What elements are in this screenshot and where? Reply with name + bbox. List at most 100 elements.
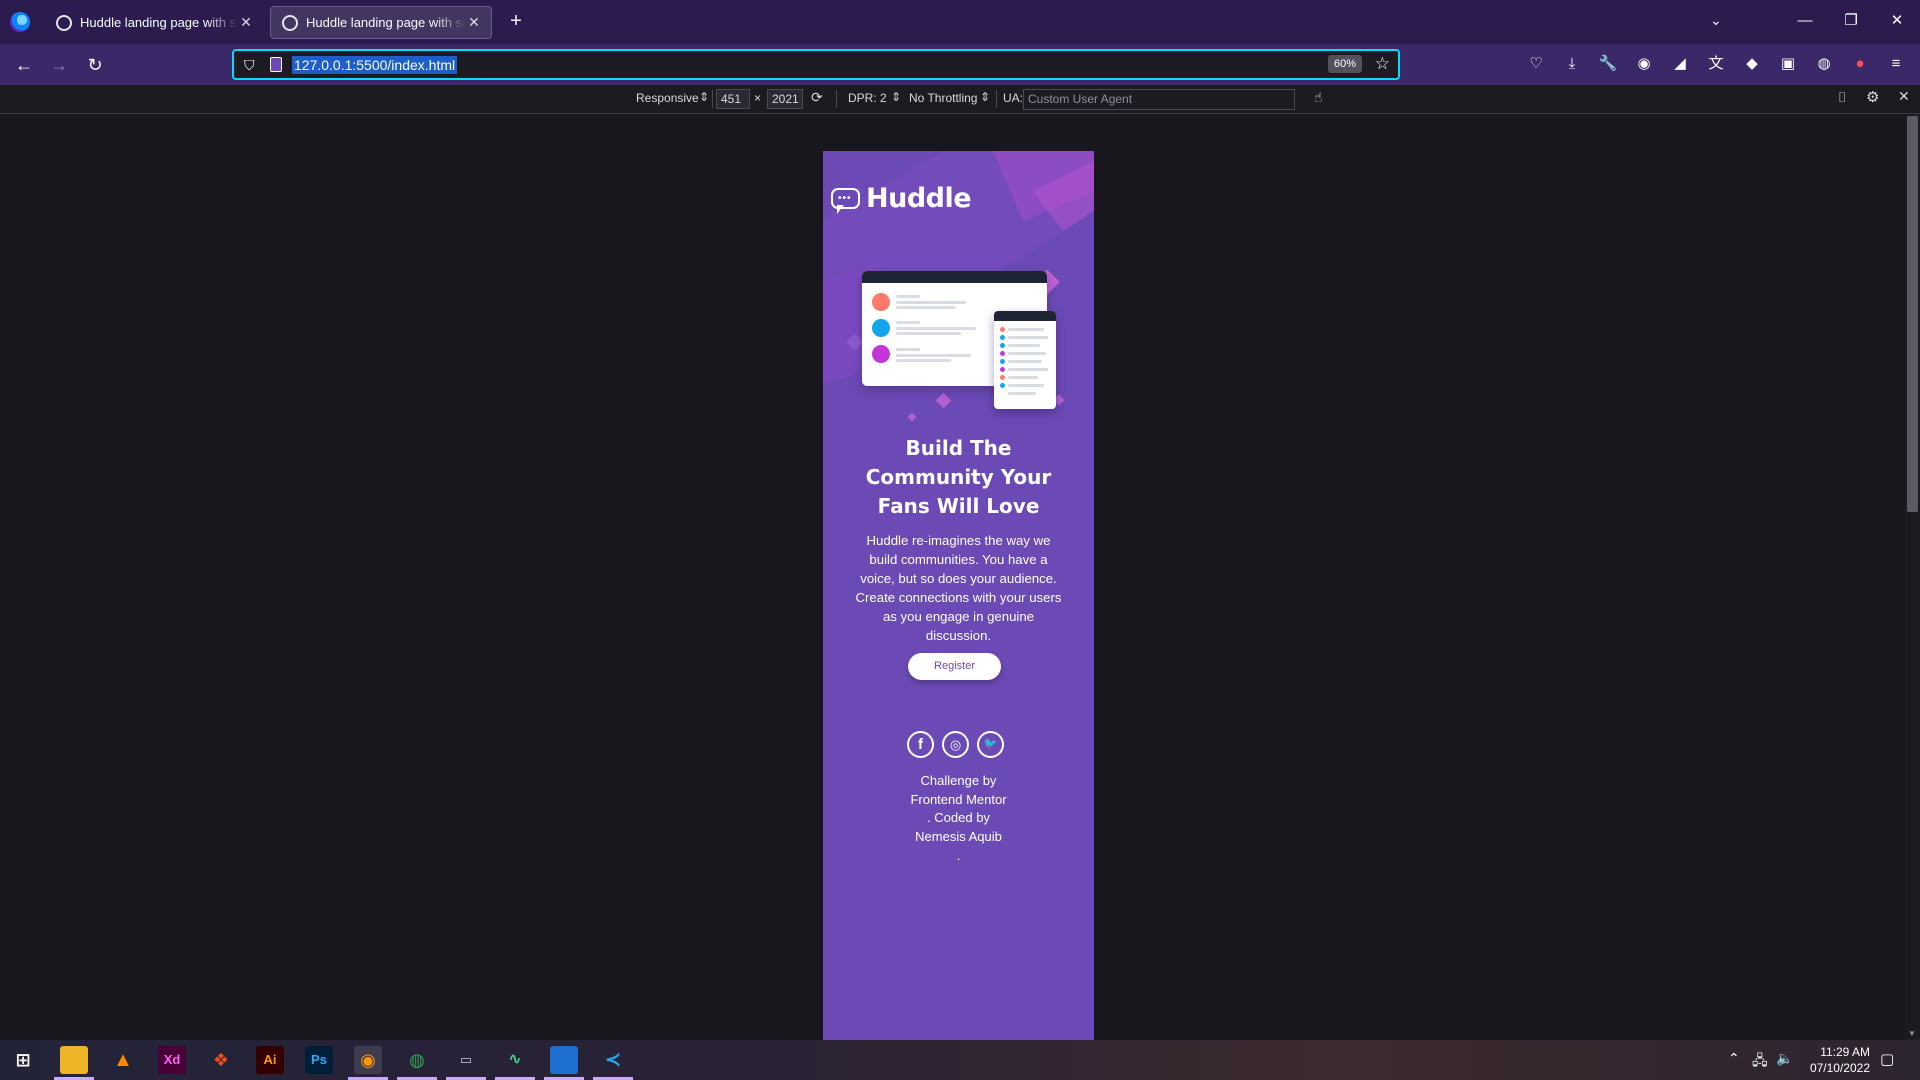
throttling-selector[interactable]: No Throttling: [909, 91, 977, 105]
activity-monitor-icon[interactable]: ∿: [495, 1046, 535, 1080]
network-icon[interactable]: 🖧: [1752, 1050, 1768, 1074]
photos-icon[interactable]: [544, 1046, 584, 1080]
status-dot: [1000, 343, 1005, 348]
zoom-level-badge[interactable]: 60%: [1327, 55, 1362, 73]
generic-app-icon[interactable]: ▭: [446, 1046, 486, 1080]
windows-taskbar: ⊞ ▲ Xd ❖ Ai Ps ◉ ◍ ▭ ∿ ≺ ⌃ 🖧 🔈 11:29 AM …: [0, 1040, 1920, 1080]
screenshot-icon[interactable]: ⌷: [1838, 89, 1846, 106]
extension-icon[interactable]: ◆: [1742, 54, 1762, 74]
author-link[interactable]: Nemesis Aquib: [823, 828, 1094, 847]
settings-gear-icon[interactable]: ⚙: [1866, 88, 1879, 106]
shield-icon[interactable]: ⛉: [244, 57, 255, 74]
scrollbar-thumb[interactable]: [1907, 116, 1918, 512]
avatar: [872, 345, 890, 363]
responsive-design-toolbar: Responsive ⇕ 451 × 2021 ⟳ DPR: 2 ⇕ No Th…: [0, 85, 1920, 114]
device-selector[interactable]: Responsive: [636, 91, 699, 105]
translate-icon[interactable]: 文: [1706, 54, 1726, 74]
minimize-icon[interactable]: —: [1790, 8, 1820, 34]
illustrator-icon[interactable]: Ai: [256, 1046, 284, 1074]
text-line: [1008, 384, 1044, 387]
close-tab-icon[interactable]: ✕: [238, 14, 254, 31]
close-window-icon[interactable]: ✕: [1882, 8, 1912, 34]
huddle-logo[interactable]: ••• Huddle: [831, 183, 972, 214]
tab-title: Huddle landing page with single introduc…: [306, 15, 466, 30]
brand-name: Huddle: [866, 183, 972, 214]
viewport-height-input[interactable]: 2021: [767, 89, 803, 109]
list-all-tabs-icon[interactable]: ⌄: [1710, 12, 1722, 29]
file-explorer-icon[interactable]: [54, 1046, 94, 1080]
bookmark-star-icon[interactable]: ☆: [1375, 54, 1390, 74]
headline-line: Community Your: [865, 465, 1052, 489]
chevron-updown-icon: ⇕: [699, 90, 710, 104]
wrench-icon[interactable]: 🔧: [1598, 54, 1618, 74]
text-line: [1008, 376, 1038, 379]
status-dot: [1000, 383, 1005, 388]
facebook-icon[interactable]: f: [907, 731, 934, 758]
clock-date: 07/10/2022: [1809, 1061, 1870, 1075]
new-tab-button[interactable]: +: [504, 10, 528, 34]
windows-start-icon[interactable]: ⊞: [9, 1046, 37, 1074]
extension-icon[interactable]: ▣: [1778, 54, 1798, 74]
back-icon[interactable]: ←: [10, 51, 38, 79]
navigation-toolbar: ← → ↻ ⛉ 127.0.0.1:5500/index.html 60% ☆ …: [0, 44, 1920, 85]
extension-icon[interactable]: ◉: [1634, 54, 1654, 74]
adobe-xd-icon[interactable]: Xd: [158, 1046, 186, 1074]
vlc-icon[interactable]: ▲: [109, 1046, 137, 1074]
vertical-scrollbar[interactable]: ▼: [1905, 114, 1920, 1040]
viewport-width-input[interactable]: 451: [716, 89, 750, 109]
text-line: [896, 327, 976, 330]
decorative-diamond: [846, 333, 864, 351]
frontend-mentor-link[interactable]: Frontend Mentor: [823, 791, 1094, 810]
globe-icon: [282, 14, 298, 31]
text-line: [1008, 328, 1044, 331]
clock-time: 11:29 AM: [1820, 1045, 1870, 1059]
text-line: [896, 332, 961, 335]
globe-icon: [56, 14, 72, 31]
text-line: [1008, 336, 1048, 339]
extension-icon[interactable]: ●: [1850, 54, 1870, 74]
firefox-view-icon[interactable]: [10, 12, 30, 32]
notifications-icon[interactable]: ▢: [1880, 1050, 1894, 1068]
close-responsive-icon[interactable]: ✕: [1898, 88, 1910, 105]
page-info-icon[interactable]: [270, 57, 282, 72]
attribution-line: .: [956, 847, 961, 863]
chevron-updown-icon: ⇕: [980, 90, 991, 104]
close-tab-icon[interactable]: ✕: [466, 14, 482, 31]
chrome-icon[interactable]: ◍: [397, 1046, 437, 1080]
register-button[interactable]: Register: [908, 653, 1001, 680]
restore-icon[interactable]: ❐: [1836, 8, 1866, 34]
tab-huddle-2[interactable]: Huddle landing page with single introduc…: [270, 6, 492, 39]
photoshop-icon[interactable]: Ps: [305, 1046, 333, 1074]
tab-title: Huddle landing page with single introduc…: [80, 15, 238, 30]
reload-icon[interactable]: ↻: [81, 51, 109, 79]
rotate-viewport-icon[interactable]: ⟳: [811, 89, 823, 106]
dpr-selector[interactable]: DPR: 2: [848, 91, 887, 105]
forward-icon[interactable]: →: [45, 51, 73, 79]
system-clock[interactable]: 11:29 AM 07/10/2022: [1790, 1044, 1870, 1076]
url-text[interactable]: 127.0.0.1:5500/index.html: [292, 56, 458, 74]
text-line: [896, 348, 920, 351]
figma-icon[interactable]: ❖: [207, 1046, 235, 1074]
text-line: [896, 321, 920, 324]
tray-overflow-icon[interactable]: ⌃: [1728, 1050, 1740, 1067]
vscode-icon[interactable]: ≺: [593, 1046, 633, 1080]
address-bar[interactable]: ⛉ 127.0.0.1:5500/index.html 60% ☆: [232, 49, 1400, 80]
globe-icon[interactable]: ◍: [1814, 54, 1834, 74]
mockup-titlebar: [994, 311, 1056, 321]
divider: [996, 90, 997, 108]
firefox-icon[interactable]: ◉: [348, 1046, 388, 1080]
scroll-down-icon[interactable]: ▼: [1908, 1029, 1916, 1038]
touch-simulation-icon[interactable]: ☝: [1314, 89, 1323, 106]
instagram-icon[interactable]: ◎: [942, 731, 969, 758]
status-dot: [1000, 351, 1005, 356]
menu-icon[interactable]: ≡: [1886, 54, 1906, 74]
pocket-icon[interactable]: ♡: [1526, 54, 1546, 74]
attribution: Challenge by Frontend Mentor . Coded by …: [823, 772, 1094, 866]
status-dot: [1000, 375, 1005, 380]
twitter-icon[interactable]: 🐦: [977, 731, 1004, 758]
tab-huddle-1[interactable]: Huddle landing page with single introduc…: [44, 6, 264, 39]
downloads-icon[interactable]: ⤓: [1562, 54, 1582, 74]
user-agent-input[interactable]: Custom User Agent: [1023, 89, 1295, 110]
extension-icon[interactable]: ◢: [1670, 54, 1690, 74]
attribution-line: . Coded by: [927, 810, 990, 826]
